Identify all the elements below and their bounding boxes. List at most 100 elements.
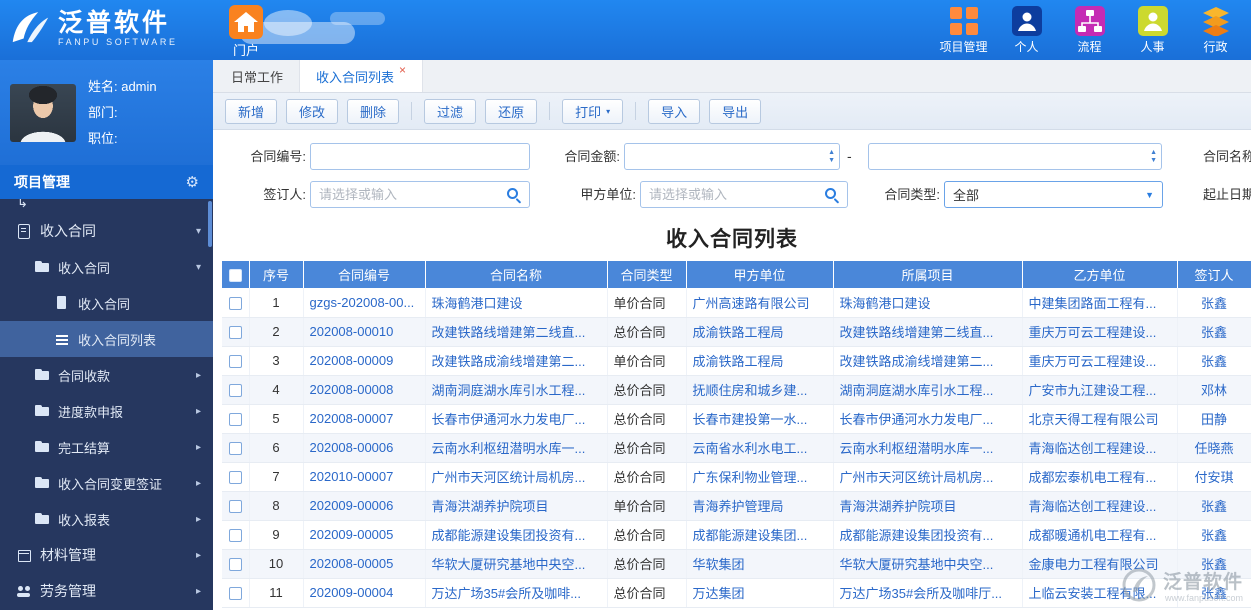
nav-hr[interactable]: 人事 — [1121, 5, 1184, 55]
row-checkbox[interactable] — [229, 384, 242, 397]
row-checkbox[interactable] — [229, 471, 242, 484]
cell-party_b[interactable]: 北京天得工程有限公司 — [1022, 404, 1177, 433]
cell-name[interactable]: 万达广场35#会所及咖啡... — [425, 578, 607, 607]
sidebar-item-income-contract-list[interactable]: 收入合同列表 — [0, 321, 213, 357]
sidebar-item-completion-settlement[interactable]: 完工结算▸ — [0, 429, 213, 465]
cell-signer[interactable]: 任晓燕 — [1177, 433, 1251, 462]
row-checkbox[interactable] — [229, 355, 242, 368]
cell-project[interactable]: 华软大厦研究基地中央空... — [833, 549, 1022, 578]
cell-code[interactable]: 202008-00006 — [303, 433, 425, 462]
cell-name[interactable]: 长春市伊通河水力发电厂... — [425, 404, 607, 433]
signer-input[interactable] — [310, 181, 530, 208]
sidebar-item-labor-management[interactable]: 劳务管理▸ — [0, 573, 213, 609]
sidebar-item-income-contract-entry[interactable]: 收入合同 — [0, 285, 213, 321]
table-row[interactable]: 8202009-00006青海洪湖养护院项目单价合同青海养护管理局青海洪湖养护院… — [222, 491, 1251, 520]
cell-signer[interactable]: 邓林 — [1177, 375, 1251, 404]
export-button[interactable]: 导出 — [709, 99, 761, 124]
cell-party_b[interactable]: 重庆万可云工程建设... — [1022, 346, 1177, 375]
gear-icon[interactable]: ⚙ — [186, 173, 199, 191]
cell-project[interactable]: 长春市伊通河水力发电厂... — [833, 404, 1022, 433]
print-button[interactable]: 打印▾ — [562, 99, 623, 124]
sidebar-item-scrolled-item[interactable] — [0, 199, 213, 213]
cell-party_a[interactable]: 长春市建投第一水... — [686, 404, 833, 433]
cell-party_a[interactable]: 华软集团 — [686, 549, 833, 578]
sidebar-scrollbar[interactable] — [208, 201, 212, 247]
cell-party_a[interactable]: 广东保利物业管理... — [686, 462, 833, 491]
nav-personal[interactable]: 个人 — [995, 5, 1058, 55]
cell-project[interactable]: 万达广场35#会所及咖啡厅... — [833, 578, 1022, 607]
row-checkbox[interactable] — [229, 442, 242, 455]
table-row[interactable]: 4202008-00008湖南洞庭湖水库引水工程...总价合同抚顺住房和城乡建.… — [222, 375, 1251, 404]
cell-signer[interactable]: 张鑫 — [1177, 520, 1251, 549]
sidebar-item-income-contract[interactable]: 收入合同▾ — [0, 213, 213, 249]
cell-signer[interactable]: 张鑫 — [1177, 317, 1251, 346]
cell-project[interactable]: 湖南洞庭湖水库引水工程... — [833, 375, 1022, 404]
sidebar-item-progress-payment-declare[interactable]: 进度款申报▸ — [0, 393, 213, 429]
cell-party_b[interactable]: 广安市九江建设工程... — [1022, 375, 1177, 404]
nav-process[interactable]: 流程 — [1058, 5, 1121, 55]
cell-signer[interactable]: 张鑫 — [1177, 346, 1251, 375]
row-checkbox[interactable] — [229, 529, 242, 542]
spinner-icon[interactable]: ▲▼ — [828, 143, 835, 170]
cell-party_b[interactable]: 上临云安装工程有限... — [1022, 578, 1177, 607]
contract-type-select[interactable]: 全部 ▼ — [944, 181, 1163, 208]
filter-button[interactable]: 过滤 — [424, 99, 476, 124]
search-icon[interactable] — [825, 188, 839, 202]
table-row[interactable]: 6202008-00006云南水利枢纽潜明水库一...总价合同云南省水利水电工.… — [222, 433, 1251, 462]
cell-party_b[interactable]: 中建集团路面工程有... — [1022, 288, 1177, 317]
cell-code[interactable]: 202008-00005 — [303, 549, 425, 578]
cell-party_b[interactable]: 成都宏泰机电工程有... — [1022, 462, 1177, 491]
cell-signer[interactable]: 田静 — [1177, 404, 1251, 433]
column-header[interactable]: 合同编号 — [303, 261, 425, 288]
table-row[interactable]: 1gzgs-202008-00...珠海鹤港口建设单价合同广州高速路有限公司珠海… — [222, 288, 1251, 317]
nav-portal[interactable]: 门户 — [222, 5, 270, 59]
cell-project[interactable]: 改建铁路线增建第二线直... — [833, 317, 1022, 346]
select-all-checkbox[interactable] — [229, 269, 242, 282]
column-header[interactable]: 所属项目 — [833, 261, 1022, 288]
cell-name[interactable]: 青海洪湖养护院项目 — [425, 491, 607, 520]
tab-daily-work[interactable]: 日常工作 — [215, 60, 300, 92]
cell-code[interactable]: 202009-00004 — [303, 578, 425, 607]
cell-signer[interactable]: 张鑫 — [1177, 549, 1251, 578]
cell-party_b[interactable]: 青海临达创工程建设... — [1022, 433, 1177, 462]
cell-party_a[interactable]: 广州高速路有限公司 — [686, 288, 833, 317]
delete-button[interactable]: 删除 — [347, 99, 399, 124]
table-row[interactable]: 3202008-00009改建铁路成渝线增建第二...单价合同成渝铁路工程局改建… — [222, 346, 1251, 375]
column-header[interactable]: 序号 — [249, 261, 303, 288]
cell-code[interactable]: gzgs-202008-00... — [303, 288, 425, 317]
cell-name[interactable]: 珠海鹤港口建设 — [425, 288, 607, 317]
cell-code[interactable]: 202008-00009 — [303, 346, 425, 375]
cell-party_a[interactable]: 成渝铁路工程局 — [686, 346, 833, 375]
table-row[interactable]: 5202008-00007长春市伊通河水力发电厂...总价合同长春市建投第一水.… — [222, 404, 1251, 433]
cell-party_a[interactable]: 成都能源建设集团... — [686, 520, 833, 549]
column-header[interactable]: 乙方单位 — [1022, 261, 1177, 288]
cell-name[interactable]: 云南水利枢纽潜明水库一... — [425, 433, 607, 462]
row-checkbox[interactable] — [229, 500, 242, 513]
sidebar-item-income-contract-group[interactable]: 收入合同▾ — [0, 249, 213, 285]
cell-project[interactable]: 成都能源建设集团投资有... — [833, 520, 1022, 549]
row-checkbox[interactable] — [229, 326, 242, 339]
cell-code[interactable]: 202010-00007 — [303, 462, 425, 491]
close-icon[interactable]: × — [399, 63, 406, 77]
sidebar-item-material-management[interactable]: 材料管理▸ — [0, 537, 213, 573]
tab-income-contract-list[interactable]: 收入合同列表× — [300, 60, 423, 92]
spinner-icon[interactable]: ▲▼ — [1150, 143, 1157, 170]
cell-code[interactable]: 202009-00006 — [303, 491, 425, 520]
cell-name[interactable]: 改建铁路线增建第二线直... — [425, 317, 607, 346]
cell-project[interactable]: 珠海鹤港口建设 — [833, 288, 1022, 317]
party-a-input[interactable] — [640, 181, 848, 208]
cell-party_b[interactable]: 青海临达创工程建设... — [1022, 491, 1177, 520]
sidebar-item-income-report[interactable]: 收入报表▸ — [0, 501, 213, 537]
cell-project[interactable]: 改建铁路成渝线增建第二... — [833, 346, 1022, 375]
cell-party_b[interactable]: 重庆万可云工程建设... — [1022, 317, 1177, 346]
cell-party_a[interactable]: 成渝铁路工程局 — [686, 317, 833, 346]
add-button[interactable]: 新增 — [225, 99, 277, 124]
column-header[interactable]: 甲方单位 — [686, 261, 833, 288]
import-button[interactable]: 导入 — [648, 99, 700, 124]
sidebar-item-income-contract-change-visa[interactable]: 收入合同变更签证▸ — [0, 465, 213, 501]
cell-name[interactable]: 华软大厦研究基地中央空... — [425, 549, 607, 578]
cell-name[interactable]: 广州市天河区统计局机房... — [425, 462, 607, 491]
cell-signer[interactable]: 张鑫 — [1177, 578, 1251, 607]
row-checkbox[interactable] — [229, 587, 242, 600]
cell-signer[interactable]: 张鑫 — [1177, 288, 1251, 317]
